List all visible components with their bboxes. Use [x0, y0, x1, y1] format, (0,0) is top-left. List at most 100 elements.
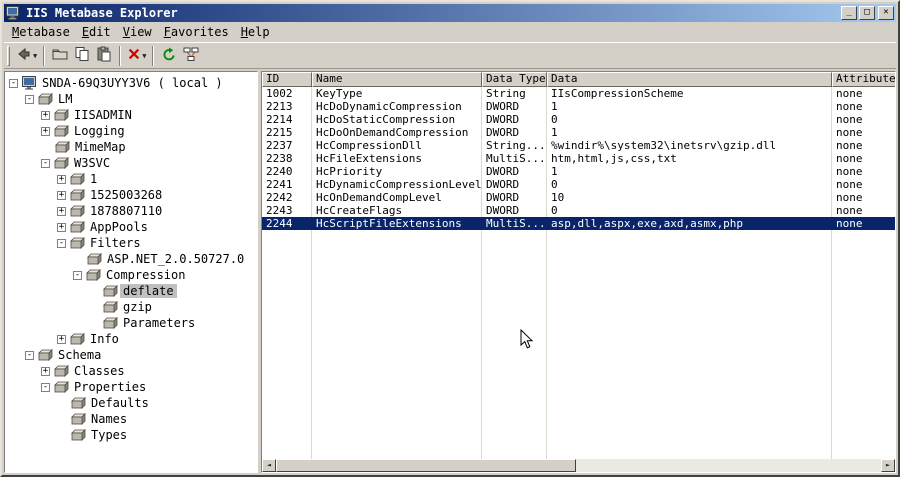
key-icon: [54, 108, 71, 122]
column-header-data[interactable]: Data: [547, 72, 832, 87]
tree-item-info[interactable]: + Info: [5, 331, 257, 347]
horizontal-scrollbar[interactable]: ◄ ►: [262, 459, 895, 472]
paste-button[interactable]: [93, 45, 115, 67]
key-icon: [55, 140, 72, 154]
table-row[interactable]: 2213 HcDoDynamicCompression DWORD 1 none: [262, 100, 895, 113]
collapse-toggle-icon[interactable]: -: [9, 78, 18, 88]
key-icon: [103, 316, 120, 330]
column-header-attributes[interactable]: Attributes: [832, 72, 895, 87]
cell-id: 2238: [266, 152, 293, 165]
main-area: - SNDA-69Q3UYY3V6 ( local ) - LM + IISADMIN + L…: [4, 69, 896, 473]
cell-name: HcDoOnDemandCompression: [316, 126, 469, 139]
key-icon: [38, 348, 55, 362]
cell-id: 1002: [266, 87, 293, 100]
tree-item-logging[interactable]: + Logging: [5, 123, 257, 139]
title-bar[interactable]: IIS Metabase Explorer _ □ ✕: [4, 4, 896, 22]
scroll-right-button[interactable]: ►: [881, 459, 895, 472]
table-row[interactable]: 2215 HcDoOnDemandCompression DWORD 1 none: [262, 126, 895, 139]
refresh-button[interactable]: [158, 45, 180, 67]
tree-item-properties[interactable]: - Properties: [5, 379, 257, 395]
collapse-toggle-icon[interactable]: -: [41, 158, 50, 168]
tree-item-defaults[interactable]: Defaults: [5, 395, 257, 411]
column-header-name[interactable]: Name: [312, 72, 482, 87]
tree-item-classes[interactable]: + Classes: [5, 363, 257, 379]
tree-item-gzip[interactable]: gzip: [5, 299, 257, 315]
cell-type: String...: [486, 139, 546, 152]
expand-toggle-icon[interactable]: +: [57, 222, 66, 232]
expand-toggle-icon[interactable]: +: [41, 366, 50, 376]
tree-item-lm[interactable]: - LM: [5, 91, 257, 107]
tree-item-w3svc[interactable]: - W3SVC: [5, 155, 257, 171]
tree-item-filters[interactable]: - Filters: [5, 235, 257, 251]
tree-item-1525003268[interactable]: +1525003268: [5, 187, 257, 203]
tree-item-iisadmin[interactable]: + IISADMIN: [5, 107, 257, 123]
chevron-down-icon[interactable]: ▼: [142, 52, 146, 60]
expand-toggle-icon[interactable]: +: [41, 110, 50, 120]
delete-button[interactable]: ▼: [125, 45, 148, 67]
table-row[interactable]: 2237 HcCompressionDll String... %windir%\sy…: [262, 139, 895, 152]
table-row[interactable]: 2241 HcDynamicCompressionLevel DWORD 0 none: [262, 178, 895, 191]
tree-item-1[interactable]: +1: [5, 171, 257, 187]
table-row[interactable]: 2243 HcCreateFlags DWORD 0 none: [262, 204, 895, 217]
tree-item-schema[interactable]: - Schema: [5, 347, 257, 363]
expand-toggle-icon[interactable]: +: [57, 206, 66, 216]
collapse-toggle-icon[interactable]: -: [41, 382, 50, 392]
table-row[interactable]: 2240 HcPriority DWORD 1 none: [262, 165, 895, 178]
cell-id: 2240: [266, 165, 293, 178]
maximize-button[interactable]: □: [859, 6, 875, 20]
tree-item-label: Info: [90, 332, 119, 346]
scrollbar-track[interactable]: [576, 459, 881, 472]
back-button[interactable]: ▼: [14, 45, 39, 67]
scroll-left-button[interactable]: ◄: [262, 459, 276, 472]
property-list: ID Name Data Type Data Attributes 1002 KeyTyp…: [261, 71, 896, 473]
tree-item-names[interactable]: Names: [5, 411, 257, 427]
column-header-data-type[interactable]: Data Type: [482, 72, 547, 87]
menu-view[interactable]: View: [119, 23, 160, 41]
table-row[interactable]: 2242 HcOnDemandCompLevel DWORD 10 none: [262, 191, 895, 204]
expand-toggle-icon[interactable]: +: [57, 190, 66, 200]
tree-item-types[interactable]: Types: [5, 427, 257, 443]
collapse-toggle-icon[interactable]: -: [73, 270, 82, 280]
cell-attributes: none: [836, 178, 863, 191]
column-header-id[interactable]: ID: [262, 72, 312, 87]
expand-toggle-icon[interactable]: +: [57, 174, 66, 184]
tree-item-snda-69q3uyy3v6-local[interactable]: - SNDA-69Q3UYY3V6 ( local ): [5, 75, 257, 91]
cell-id: 2213: [266, 100, 293, 113]
tree-item-deflate[interactable]: deflate: [5, 283, 257, 299]
tree-item-1878807110[interactable]: +1878807110: [5, 203, 257, 219]
tree-item-compression[interactable]: - Compression: [5, 267, 257, 283]
connect-button[interactable]: [180, 45, 202, 67]
expand-toggle-icon[interactable]: +: [57, 334, 66, 344]
cell-data: 1: [551, 100, 558, 113]
new-key-icon: [52, 46, 68, 65]
toolbar-grip[interactable]: [7, 45, 10, 66]
scrollbar-thumb[interactable]: [276, 459, 576, 472]
copy-button[interactable]: [71, 45, 93, 67]
expand-toggle-icon[interactable]: +: [41, 126, 50, 136]
cell-type: DWORD: [486, 100, 520, 113]
close-button[interactable]: ✕: [878, 6, 894, 20]
cell-attributes: none: [836, 204, 863, 217]
collapse-toggle-icon[interactable]: -: [25, 94, 34, 104]
chevron-down-icon[interactable]: ▼: [33, 52, 37, 60]
cell-id: 2241: [266, 178, 293, 191]
table-row[interactable]: 2238 HcFileExtensions MultiS... htm,html,js…: [262, 152, 895, 165]
table-row[interactable]: 2214 HcDoStaticCompression DWORD 0 none: [262, 113, 895, 126]
table-row[interactable]: 2244 HcScriptFileExtensions MultiS... asp,d…: [262, 217, 895, 230]
table-row[interactable]: 1002 KeyType String IIsCompressionScheme non…: [262, 87, 895, 100]
minimize-button[interactable]: _: [841, 6, 857, 20]
collapse-toggle-icon[interactable]: -: [25, 350, 34, 360]
menu-help[interactable]: Help: [237, 23, 278, 41]
menu-edit[interactable]: Edit: [78, 23, 119, 41]
tree-item-label: Defaults: [91, 396, 149, 410]
tree-item-label: 1: [90, 172, 98, 186]
menu-metabase[interactable]: Metabase: [8, 23, 78, 41]
cell-name: HcOnDemandCompLevel: [316, 191, 442, 204]
menu-favorites[interactable]: Favorites: [160, 23, 237, 41]
collapse-toggle-icon[interactable]: -: [57, 238, 66, 248]
tree-item-mimemap[interactable]: MimeMap: [5, 139, 257, 155]
new-key-button[interactable]: [49, 45, 71, 67]
tree-item-apppools[interactable]: + AppPools: [5, 219, 257, 235]
tree-item-parameters[interactable]: Parameters: [5, 315, 257, 331]
tree-item-asp-net-2-0-50727-0[interactable]: ASP.NET_2.0.50727.0: [5, 251, 257, 267]
